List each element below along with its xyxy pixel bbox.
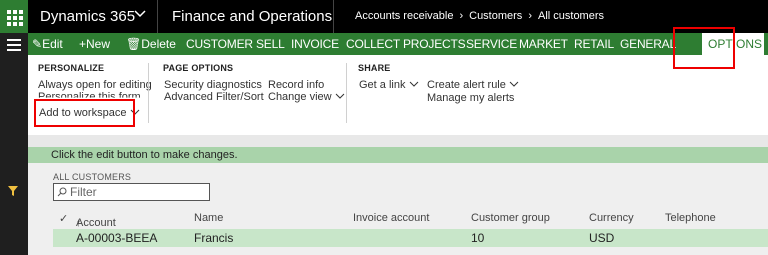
- header-divider: [157, 0, 158, 33]
- column-header-customer-group[interactable]: Customer group: [471, 212, 550, 224]
- group-title-page-options: PAGE OPTIONS: [163, 63, 234, 73]
- tab-market[interactable]: MARKET: [519, 37, 568, 51]
- tab-sell[interactable]: SELL: [256, 37, 285, 51]
- plus-icon: +: [79, 37, 87, 51]
- search-icon: [57, 186, 67, 197]
- nav-rail: [0, 33, 28, 255]
- header-divider: [333, 0, 334, 33]
- list-title: ALL CUSTOMERS: [53, 172, 132, 182]
- filter-icon[interactable]: [7, 185, 19, 200]
- group-divider: [148, 63, 149, 123]
- ribbon-bottom-strip: [28, 135, 768, 147]
- get-a-link-button[interactable]: Get a link: [359, 79, 419, 91]
- group-title-personalize: PERSONALIZE: [38, 63, 105, 73]
- tab-collect[interactable]: COLLECT: [346, 37, 400, 51]
- tab-customer[interactable]: CUSTOMER: [186, 37, 253, 51]
- pencil-icon: ✎: [32, 37, 43, 51]
- breadcrumb-item[interactable]: Accounts receivable: [355, 10, 453, 22]
- column-header-invoice-account[interactable]: Invoice account: [353, 212, 429, 224]
- advanced-filter-sort-button[interactable]: Advanced Filter/Sort: [164, 91, 264, 103]
- cell-customer-group: 10: [471, 231, 485, 245]
- column-header-name[interactable]: Name: [194, 212, 223, 224]
- delete-button[interactable]: 🗑Delete: [126, 37, 176, 51]
- breadcrumb: Accounts receivable › Customers › All cu…: [355, 10, 604, 22]
- cell-name: Francis: [194, 231, 234, 245]
- trash-icon: 🗑: [126, 37, 142, 51]
- app-launcher-icon[interactable]: [0, 0, 28, 33]
- manage-my-alerts-button[interactable]: Manage my alerts: [427, 92, 514, 104]
- hamburger-icon[interactable]: [7, 39, 21, 54]
- cell-account[interactable]: A-00003-BEEA: [76, 231, 157, 245]
- cell-currency: USD: [589, 231, 615, 245]
- tab-retail[interactable]: RETAIL: [574, 37, 614, 51]
- chevron-down-icon: [335, 91, 345, 103]
- top-header: Dynamics 365 Finance and Operations Acco…: [0, 0, 768, 33]
- column-header-telephone[interactable]: Telephone: [665, 212, 716, 224]
- change-view-button[interactable]: Change view: [268, 91, 345, 103]
- chevron-down-icon: [409, 79, 419, 91]
- security-diagnostics-button[interactable]: Security diagnostics: [164, 79, 262, 91]
- options-ribbon: PERSONALIZE Always open for editing Pers…: [28, 55, 768, 145]
- filter-input[interactable]: Filter: [53, 183, 210, 201]
- chevron-down-icon: [509, 79, 519, 91]
- group-title-share: SHARE: [358, 63, 391, 73]
- column-header-currency[interactable]: Currency: [589, 212, 634, 224]
- info-message-bar: Click the edit button to make changes.: [28, 147, 768, 163]
- module-name: Finance and Operations: [172, 8, 333, 25]
- select-all-checkmark-icon[interactable]: ✓: [59, 212, 68, 225]
- record-info-button[interactable]: Record info: [268, 79, 324, 91]
- breadcrumb-item[interactable]: Customers: [469, 10, 522, 22]
- create-alert-rule-button[interactable]: Create alert rule: [427, 79, 519, 91]
- filter-placeholder: Filter: [70, 185, 97, 199]
- grid-area: ALL CUSTOMERS Filter ✓ Account ↑ Name In…: [28, 163, 768, 255]
- chevron-right-icon: ›: [528, 10, 532, 22]
- group-divider: [346, 63, 347, 123]
- tab-invoice[interactable]: INVOICE: [291, 37, 339, 51]
- sort-ascending-icon: ↑: [76, 217, 82, 229]
- tab-projects[interactable]: PROJECTS: [403, 37, 466, 51]
- new-button[interactable]: +New: [79, 37, 110, 51]
- chevron-right-icon: ›: [459, 10, 464, 22]
- app-name[interactable]: Dynamics 365: [40, 8, 135, 25]
- tab-service[interactable]: SERVICE: [466, 37, 517, 51]
- breadcrumb-item[interactable]: All customers: [538, 10, 604, 22]
- edit-button[interactable]: ✎Edit: [32, 37, 63, 51]
- chevron-down-icon[interactable]: [133, 6, 147, 23]
- highlight-add-to-workspace: [34, 99, 135, 127]
- action-pane: ✎Edit +New 🗑Delete CUSTOMER SELL INVOICE…: [28, 33, 768, 55]
- highlight-options-tab: [673, 27, 735, 69]
- grid-header: ✓ Account ↑ Name Invoice account Custome…: [59, 212, 716, 229]
- always-open-for-editing-button[interactable]: Always open for editing: [38, 79, 152, 91]
- table-row[interactable]: A-00003-BEEA Francis 10 USD: [53, 229, 768, 247]
- tab-general[interactable]: GENERAL: [620, 37, 676, 51]
